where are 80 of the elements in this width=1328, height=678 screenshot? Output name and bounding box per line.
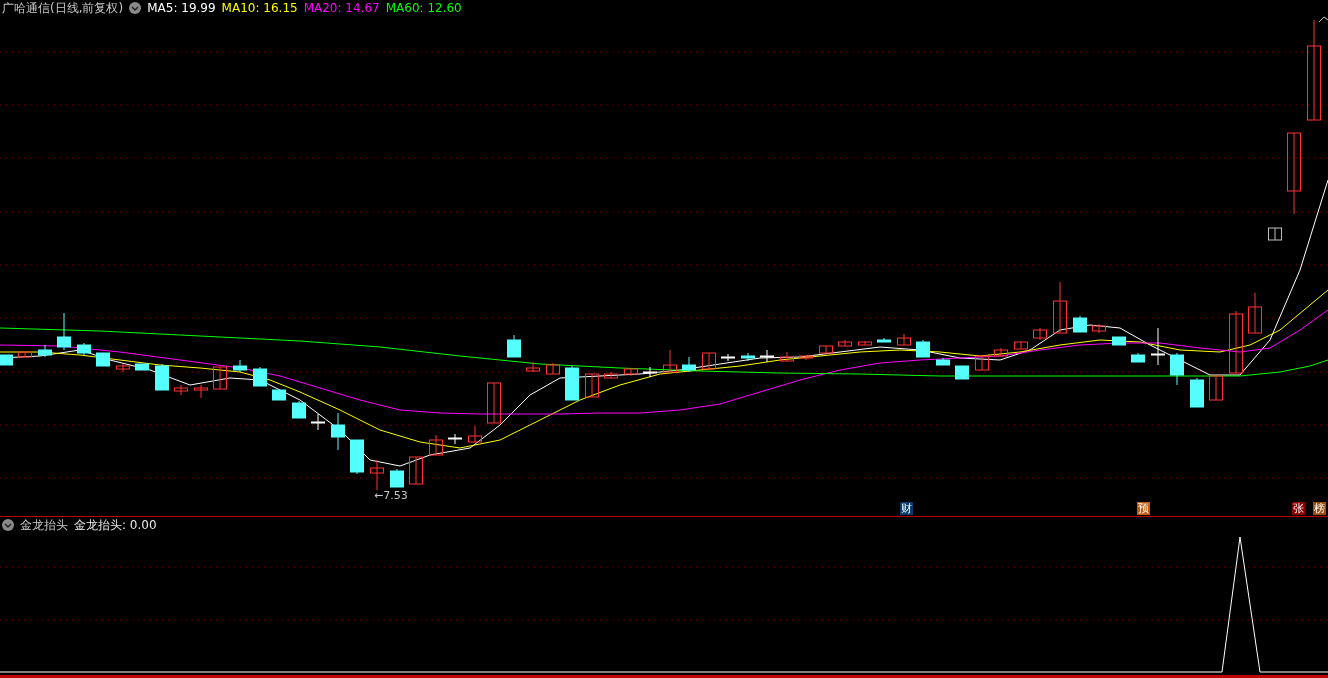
candlestick xyxy=(741,352,755,362)
candlestick xyxy=(1131,352,1145,363)
chart-title: 广哈通信(日线,前复权) xyxy=(2,0,124,17)
candlestick xyxy=(1170,352,1184,386)
candlestick xyxy=(272,389,286,401)
candlestick xyxy=(155,363,169,391)
candlestick xyxy=(799,354,813,361)
candlestick xyxy=(1151,327,1165,366)
low-price-label: ←7.53 xyxy=(374,489,408,502)
candlestick xyxy=(721,353,735,362)
moving-average-value: MA5: 19.99 xyxy=(147,1,216,15)
candlestick xyxy=(780,351,794,362)
event-marker[interactable]: 张 xyxy=(1292,502,1305,515)
candlestick xyxy=(1209,375,1223,401)
candlestick xyxy=(760,349,774,363)
candlestick xyxy=(409,456,423,485)
candlestick xyxy=(1112,336,1126,346)
candlestick xyxy=(955,365,969,380)
candlestick xyxy=(331,412,345,451)
candlestick xyxy=(57,312,71,351)
candlestick xyxy=(1092,323,1106,334)
candlestick xyxy=(1268,227,1282,241)
candlestick xyxy=(1033,327,1047,341)
candlestick xyxy=(877,337,891,343)
candlestick xyxy=(18,351,32,358)
candlestick xyxy=(838,339,852,347)
candlestick xyxy=(1014,341,1028,350)
candlestick xyxy=(429,434,443,456)
candlestick xyxy=(994,347,1008,357)
candlestick xyxy=(585,373,599,398)
candlestick xyxy=(916,339,930,358)
candlestick xyxy=(643,366,657,378)
candlestick xyxy=(897,333,911,346)
indicator-title: 金龙抬头 xyxy=(20,516,68,534)
candlestick xyxy=(1248,292,1262,334)
candlestick xyxy=(546,362,560,375)
candlestick xyxy=(565,365,579,401)
event-marker[interactable]: 财 xyxy=(900,502,913,515)
moving-average-value: MA20: 14.67 xyxy=(303,1,380,15)
candlestick xyxy=(448,433,462,445)
candlestick xyxy=(0,354,13,366)
candlestick xyxy=(194,384,208,399)
event-marker[interactable]: 榜 xyxy=(1313,502,1326,515)
candlestick xyxy=(604,371,618,379)
candlestick xyxy=(468,425,482,443)
candlestick xyxy=(487,382,501,424)
candlestick xyxy=(702,352,716,370)
candlestick xyxy=(1073,315,1087,333)
candlestick xyxy=(663,349,677,373)
candlestick xyxy=(233,359,247,373)
candlestick xyxy=(350,439,364,475)
event-marker[interactable]: 预 xyxy=(1137,502,1150,515)
candlestick xyxy=(526,361,540,373)
candlestick xyxy=(390,468,404,488)
candlestick xyxy=(253,366,267,387)
candlestick xyxy=(1190,377,1204,408)
moving-average-value: MA10: 16.15 xyxy=(221,1,298,15)
dropdown-icon[interactable] xyxy=(129,2,142,14)
candlestick xyxy=(858,340,872,346)
candlestick xyxy=(682,356,696,373)
dropdown-icon[interactable] xyxy=(2,519,14,531)
candlestick xyxy=(936,357,950,366)
candlestick xyxy=(38,344,52,358)
candlestick xyxy=(507,334,521,358)
candlestick xyxy=(116,363,130,373)
candlestick xyxy=(135,363,149,371)
candlestick xyxy=(1053,281,1067,334)
candlestick xyxy=(1229,310,1243,374)
candlestick xyxy=(975,355,989,371)
candlestick xyxy=(624,368,638,377)
candlestick xyxy=(174,384,188,396)
candlestick xyxy=(370,459,384,491)
candlestick xyxy=(96,352,110,367)
candlestick xyxy=(311,413,325,431)
candlestick xyxy=(77,342,91,356)
candlestick xyxy=(819,345,833,354)
indicator-value: 金龙抬头: 0.00 xyxy=(74,516,157,534)
candlestick xyxy=(213,366,227,390)
candlestick xyxy=(292,400,306,419)
moving-average-value: MA60: 12.60 xyxy=(385,1,462,15)
